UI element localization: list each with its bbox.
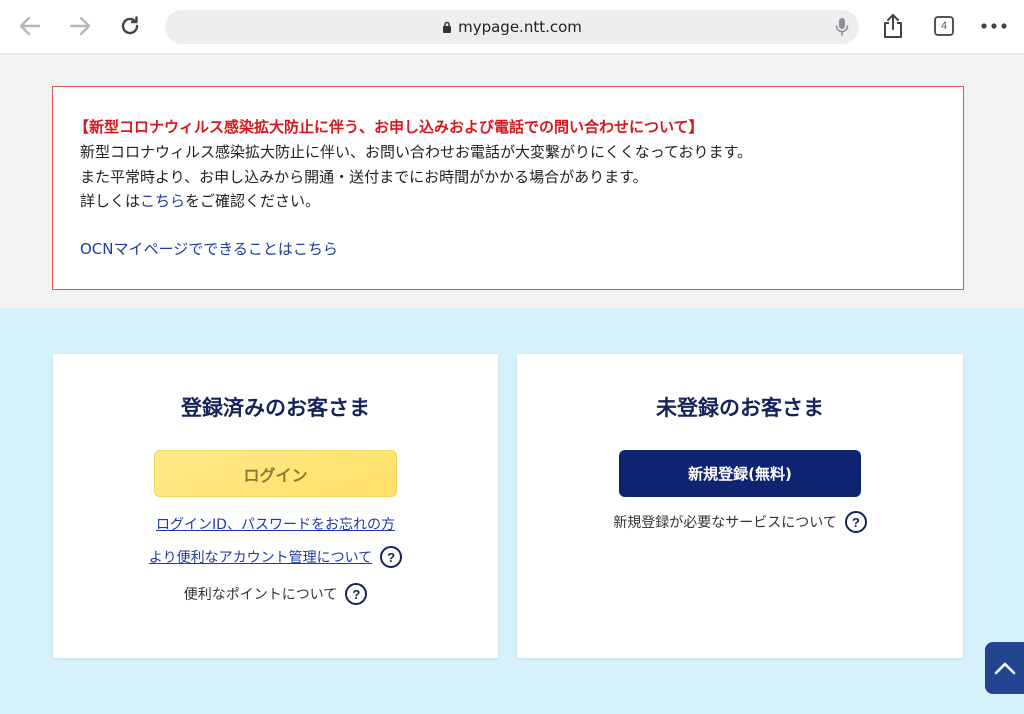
notice-box: 【新型コロナウィルス感染拡大防止に伴う、お申し込みおよび電話での問い合わせについ… (52, 86, 964, 290)
microphone-icon[interactable] (835, 16, 849, 42)
notice-line-1: 新型コロナウィルス感染拡大防止に伴い、お問い合わせお電話が大変繋がりにくくなって… (80, 143, 753, 161)
browser-toolbar: mypage.ntt.com 4 (0, 0, 1024, 55)
signup-button[interactable]: 新規登録(無料) (619, 450, 861, 497)
account-management-row: より便利なアカウント管理について ? (53, 546, 498, 568)
login-button[interactable]: ログイン (154, 450, 397, 497)
forgot-row: ログインID、パスワードをお忘れの方 (53, 514, 498, 534)
more-icon[interactable] (978, 10, 1010, 42)
registered-card: 登録済みのお客さま ログイン ログインID、パスワードをお忘れの方 より便利なア… (53, 354, 498, 658)
services-text: 新規登録が必要なサービスについて (613, 515, 837, 531)
help-icon[interactable]: ? (345, 583, 368, 605)
notice-title: 【新型コロナウィルス感染拡大防止に伴う、お申し込みおよび電話での問い合わせについ… (74, 118, 704, 136)
share-icon[interactable] (877, 10, 909, 42)
account-management-link[interactable]: より便利なアカウント管理について (149, 547, 372, 567)
points-row: 便利なポイントについて ? (53, 583, 498, 605)
points-text: 便利なポイントについて (183, 587, 338, 603)
unregistered-heading: 未登録のお客さま (656, 396, 824, 420)
notice-line-3-prefix: 詳しくは (80, 192, 141, 210)
address-bar[interactable]: mypage.ntt.com (165, 10, 859, 44)
details-link[interactable]: こちら (140, 192, 185, 210)
notice-line-3-suffix: をご確認ください。 (185, 192, 321, 210)
unregistered-card: 未登録のお客さま 新規登録(無料) 新規登録が必要なサービスについて ? (517, 354, 963, 658)
back-icon[interactable] (14, 10, 46, 42)
login-section: 登録済みのお客さま ログイン ログインID、パスワードをお忘れの方 より便利なア… (0, 308, 1024, 714)
help-icon[interactable]: ? (380, 546, 403, 568)
ocn-mypage-link[interactable]: OCNマイページでできることはこちら (80, 240, 338, 258)
chevron-up-icon (994, 662, 1015, 675)
scroll-to-top-button[interactable] (985, 642, 1024, 694)
notice-line-3: 詳しくはこちらをご確認ください。 (80, 189, 963, 214)
tab-count: 4 (934, 16, 954, 36)
registered-heading: 登録済みのお客さま (181, 396, 370, 420)
notice-section: 【新型コロナウィルス感染拡大防止に伴う、お申し込みおよび電話での問い合わせについ… (0, 68, 1024, 308)
help-icon[interactable]: ? (844, 511, 867, 533)
tabs-button[interactable]: 4 (928, 10, 960, 42)
toolbar-divider (0, 53, 1024, 55)
reload-icon[interactable] (114, 10, 146, 42)
forward-icon[interactable] (64, 10, 96, 42)
notice-line-2: また平常時より、お申し込みから開通・送付までにお時間がかかる場合があります。 (80, 167, 648, 186)
url-text: mypage.ntt.com (458, 18, 582, 36)
lock-icon (443, 21, 452, 33)
forgot-credentials-link[interactable]: ログインID、パスワードをお忘れの方 (156, 514, 395, 534)
services-row: 新規登録が必要なサービスについて ? (517, 511, 963, 533)
